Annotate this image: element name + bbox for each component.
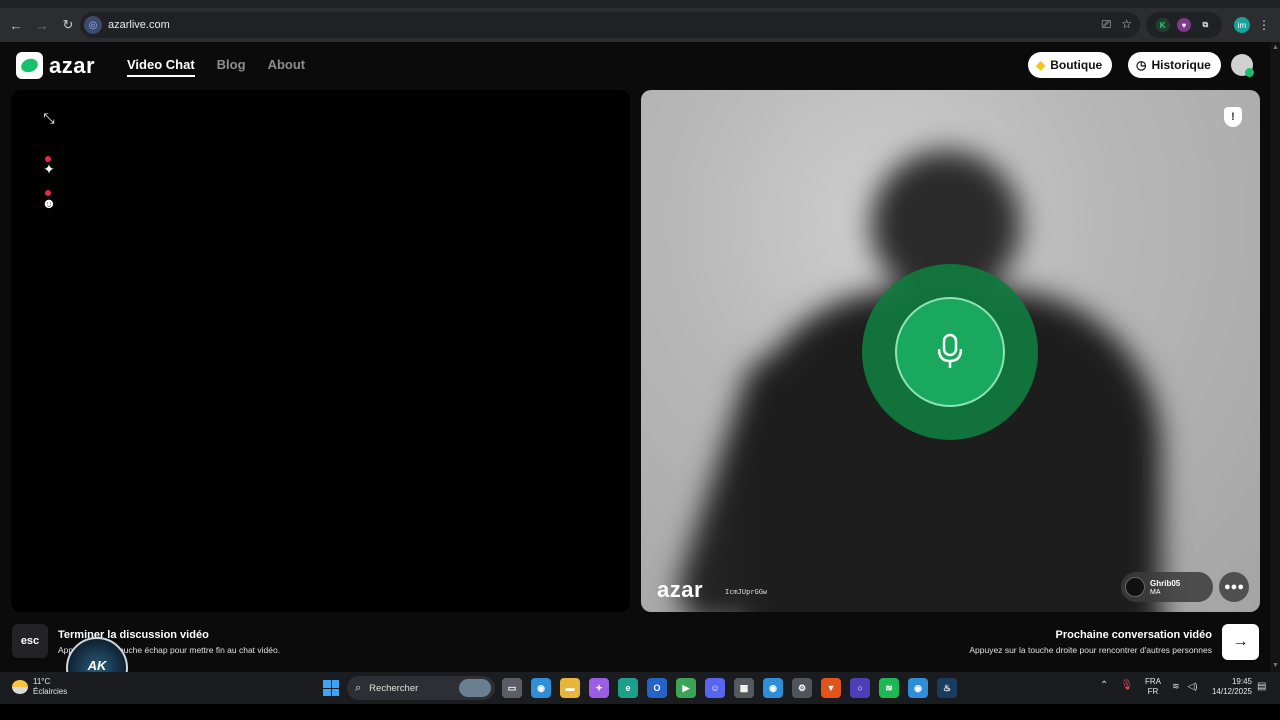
taskbar-calculator-icon[interactable]: ▦ [734, 678, 754, 698]
weather-desc: Éclaircies [33, 687, 68, 696]
tray-overflow-icon[interactable]: ⌃ [1100, 680, 1108, 691]
taskbar-play-icon[interactable]: ▶ [676, 678, 696, 698]
boutique-label: Boutique [1050, 58, 1103, 72]
language-indicator[interactable]: FRA FR [1145, 677, 1161, 697]
microphone-icon [895, 297, 1005, 407]
effects-sparkle-icon[interactable]: ✦ [39, 159, 59, 179]
historique-button[interactable]: ◷ Historique [1128, 52, 1221, 78]
taskbar-chrome3-icon[interactable]: ◉ [908, 678, 928, 698]
taskbar-cortana-icon[interactable]: ○ [850, 678, 870, 698]
forward-icon[interactable]: → [30, 13, 54, 37]
azar-logo[interactable]: azar [16, 52, 95, 79]
taskbar-apps: ▭ ◉ ▬ ✦ e O ▶ ☺ ▦ ◉ ⚙ ▼ ○ ≋ ◉ ♨ [502, 678, 957, 698]
boutique-button[interactable]: ◆ Boutique [1028, 52, 1113, 78]
session-id: IcmJUprGGw [725, 588, 768, 596]
windows-taskbar: 11°C Éclaircies ⌕ Rechercher ▭ ◉ ▬ ✦ e O ▶ ☺ ▦ ◉ ⚙… [0, 672, 1280, 704]
partner-name: Ghrib05 [1150, 578, 1181, 588]
main-nav: Video Chat Blog About [127, 57, 305, 77]
next-chat-title: Prochaine conversation vidéo [1055, 629, 1213, 641]
taskbar-copilot-icon[interactable]: ✦ [589, 678, 609, 698]
weather-widget[interactable]: 11°C Éclaircies [12, 677, 67, 697]
partner-country: MA [1150, 588, 1161, 596]
weather-icon [12, 680, 28, 694]
taskbar-settings-icon[interactable]: ⚙ [792, 678, 812, 698]
azar-watermark: azar [657, 577, 704, 602]
azar-logo-text: azar [49, 52, 96, 78]
taskbar-steam-icon[interactable]: ♨ [937, 678, 957, 698]
user-avatar[interactable] [1231, 54, 1254, 77]
bookmark-star-icon[interactable]: ☆ [1121, 17, 1132, 32]
keyboard-layout: FR [1147, 687, 1159, 696]
clock-date: 14/12/2025 [1211, 687, 1252, 696]
partner-video-pane: ! azar IcmJUprGGw Ghrib05 MA ●●● [641, 90, 1260, 612]
install-app-icon[interactable]: ⎚ [1102, 17, 1112, 32]
volume-icon: ◁) [1187, 681, 1198, 691]
taskbar-task-view-icon[interactable]: ▭ [502, 678, 522, 698]
system-tray: ⌃ 🎙 [1100, 680, 1133, 691]
screen-bottom-edge [0, 704, 1280, 720]
extensions-area: K ♥ ⧉ [1146, 12, 1222, 38]
page-scrollbar[interactable] [1270, 42, 1280, 672]
extensions-puzzle-icon[interactable]: ⧉ [1198, 18, 1212, 32]
language-code: FRA [1145, 677, 1161, 686]
clock-icon: ◷ [1136, 58, 1147, 72]
nav-video-chat[interactable]: Video Chat [127, 57, 195, 77]
chat-bubble-icon[interactable]: ●●● [1219, 572, 1249, 602]
partner-profile-chip[interactable]: Ghrib05 MA [1121, 572, 1213, 602]
sticker-face-icon[interactable]: ☻ [39, 193, 59, 213]
browser-profile-avatar[interactable]: im [1234, 17, 1250, 33]
overlay-logo-title: AK [87, 657, 107, 673]
site-info-icon[interactable]: ◎ [84, 16, 102, 34]
search-icon: ⌕ [355, 681, 362, 694]
taskbar-brave-icon[interactable]: ▼ [821, 678, 841, 698]
scroll-up-icon[interactable]: ▲ [1272, 44, 1279, 51]
browser-toolbar: ← → ↻ ◎ azarlive.com ⎚ ☆ K ♥ ⧉ im ⋮ [0, 8, 1280, 42]
minimize-view-icon[interactable]: ⤡ [39, 108, 59, 128]
extension-heart-icon[interactable]: ♥ [1176, 18, 1191, 32]
sticker-notification-dot [45, 190, 51, 196]
taskbar-outlook-icon[interactable]: O [647, 678, 667, 698]
end-chat-title: Terminer la discussion vidéo [58, 629, 209, 641]
taskbar-discord-icon[interactable]: ☺ [705, 678, 725, 698]
effects-notification-dot [45, 156, 51, 162]
taskbar-clock[interactable]: 19:45 14/12/2025 [1208, 677, 1252, 697]
clock-time: 19:45 [1231, 677, 1252, 686]
taskbar-files-icon[interactable]: ▬ [560, 678, 580, 698]
windows-start-icon[interactable] [323, 680, 339, 696]
search-highlight-image [459, 679, 491, 697]
browser-menu-icon[interactable]: ⋮ [1258, 18, 1270, 32]
notifications-icon[interactable]: ▤ [1257, 681, 1266, 692]
taskbar-spotify-icon[interactable]: ≋ [879, 678, 899, 698]
back-icon[interactable]: ← [4, 13, 28, 37]
search-placeholder: Rechercher [369, 682, 419, 694]
wifi-icon: ≋ [1172, 681, 1180, 691]
esc-key-button[interactable]: esc [12, 624, 48, 658]
partner-avatar [1125, 577, 1145, 597]
address-bar[interactable]: ◎ azarlive.com ⎚ ☆ [80, 12, 1140, 38]
self-video-pane: ⤡ ✦ ☻ [11, 90, 630, 612]
url-text[interactable]: azarlive.com [108, 19, 170, 31]
diamond-icon: ◆ [1036, 58, 1046, 72]
report-shield-icon[interactable]: ! [1224, 107, 1242, 127]
nav-blog[interactable]: Blog [217, 57, 246, 77]
scroll-down-icon[interactable]: ▼ [1272, 662, 1279, 669]
tray-mic-icon[interactable]: 🎙 [1120, 680, 1133, 691]
historique-label: Historique [1151, 58, 1211, 72]
azar-logo-icon [16, 52, 43, 79]
tray-status-icons[interactable]: ≋ ◁) [1172, 681, 1197, 692]
reload-icon[interactable]: ↻ [56, 13, 80, 37]
taskbar-chrome-icon[interactable]: ◉ [531, 678, 551, 698]
site-header: azar Video Chat Blog About ◆ Boutique ◷ … [0, 42, 1270, 88]
next-chat-subtitle: Appuyez sur la touche droite pour rencon… [969, 645, 1212, 655]
taskbar-edge-icon[interactable]: e [618, 678, 638, 698]
nav-about[interactable]: About [268, 57, 306, 77]
taskbar-chrome2-icon[interactable]: ◉ [763, 678, 783, 698]
taskbar-search[interactable]: ⌕ Rechercher [347, 676, 495, 700]
weather-temp: 11°C [33, 677, 51, 686]
next-arrow-button[interactable]: → [1222, 624, 1259, 660]
extension-k-icon[interactable]: K [1155, 18, 1170, 32]
browser-tab-strip [0, 0, 1280, 8]
